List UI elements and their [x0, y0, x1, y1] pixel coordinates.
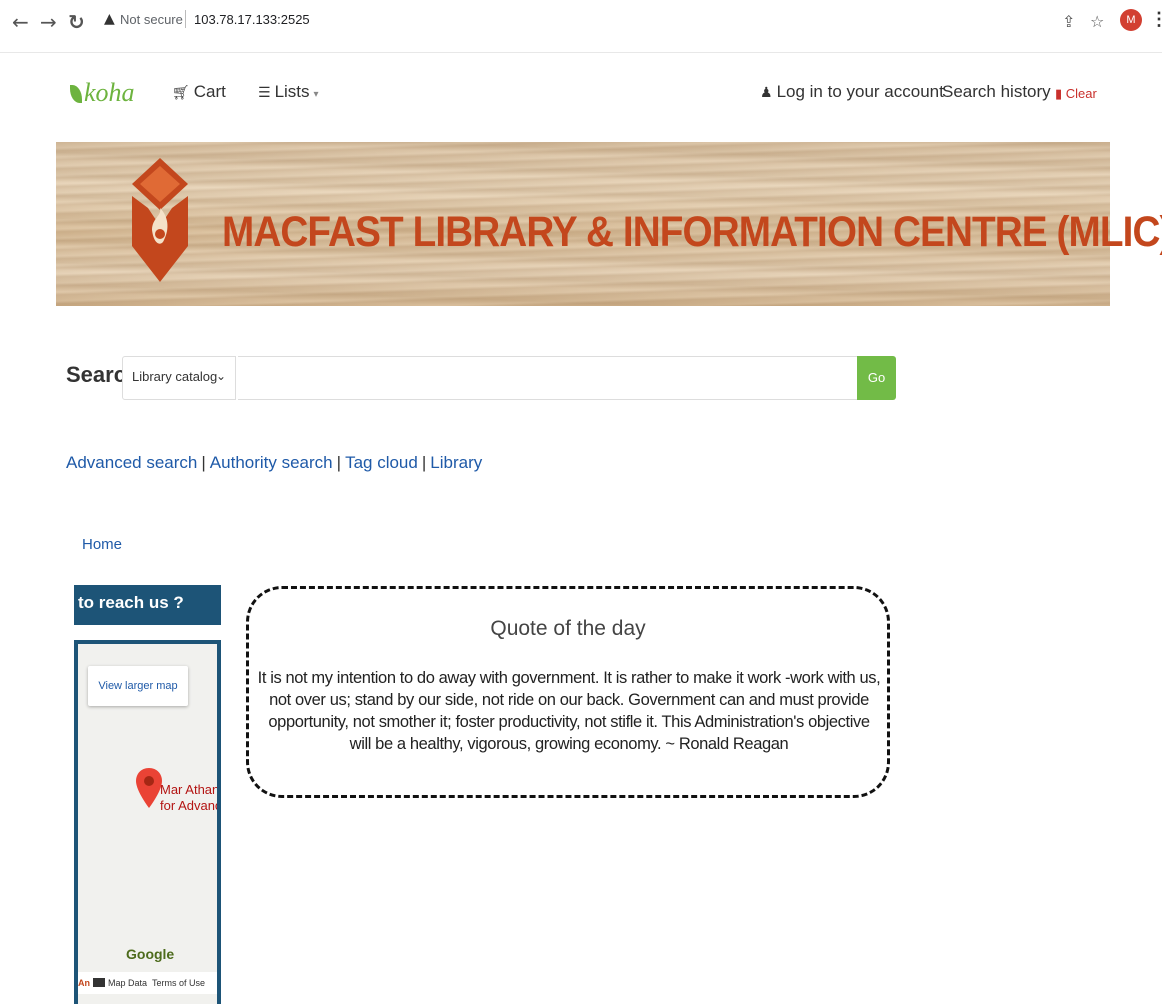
- trash-icon: ▮: [1055, 86, 1066, 101]
- browser-toolbar: ← → ↻ ▲ Not secure 103.78.17.133:2525 ⇪ …: [0, 0, 1162, 53]
- quote-text: It is not my intention to do away with g…: [257, 669, 881, 753]
- library-link[interactable]: Library: [430, 453, 482, 472]
- bookmark-star-icon[interactable]: ☆: [1090, 12, 1104, 31]
- how-to-reach-heading: to reach us ?: [74, 585, 221, 625]
- quote-of-the-day-box: Quote of the day It is not my intention …: [246, 586, 890, 798]
- search-scope-select[interactable]: Library catalog ⌄: [122, 356, 236, 400]
- advanced-search-link[interactable]: Advanced search: [66, 453, 197, 472]
- chevron-down-icon: ⌄: [215, 369, 226, 383]
- list-icon: ☰: [258, 85, 271, 101]
- map-data-link[interactable]: Map Data: [108, 978, 147, 988]
- user-icon: ♟: [760, 85, 773, 101]
- lists-dropdown[interactable]: ☰ Lists ▾: [258, 82, 319, 102]
- quote-title: Quote of the day: [490, 617, 646, 640]
- koha-logo[interactable]: koha: [70, 78, 135, 108]
- authority-search-link[interactable]: Authority search: [210, 453, 333, 472]
- google-logo: Google: [126, 946, 175, 962]
- clear-history-link[interactable]: ▮ Clear: [1055, 86, 1097, 102]
- address-bar[interactable]: 103.78.17.133:2525: [194, 12, 310, 27]
- library-banner: MACFAST LIBRARY & INFORMATION CENTRE (ML…: [56, 142, 1162, 306]
- forward-icon[interactable]: →: [40, 10, 57, 34]
- login-link[interactable]: ♟ Log in to your account: [760, 82, 944, 102]
- warning-icon[interactable]: ▲: [104, 11, 115, 27]
- map-pin-icon[interactable]: [136, 768, 162, 808]
- search-input[interactable]: [238, 356, 858, 400]
- reload-icon[interactable]: ↻: [68, 10, 85, 34]
- more-searches: Advanced search | Authority search | Tag clo…: [66, 453, 483, 472]
- keyboard-icon[interactable]: [93, 978, 105, 987]
- breadcrumb-home[interactable]: Home: [82, 536, 122, 553]
- embedded-map[interactable]: View larger map Mar Athana for Advanc Go…: [74, 640, 221, 1004]
- security-status[interactable]: Not secure: [120, 12, 183, 27]
- search-history-link[interactable]: Search history: [942, 82, 1051, 102]
- cart-link[interactable]: 🛒︎ Cart: [172, 82, 226, 102]
- mlic-emblem-icon: [132, 158, 188, 282]
- map-footer: An Map Data Terms of Use: [78, 972, 217, 994]
- profile-avatar[interactable]: M: [1120, 9, 1142, 31]
- share-icon[interactable]: ⇪: [1062, 12, 1075, 31]
- browser-menu-icon[interactable]: ⋮: [1150, 9, 1162, 30]
- caret-down-icon: ▾: [313, 89, 319, 100]
- search-go-button[interactable]: Go: [857, 356, 896, 400]
- terms-of-use-link[interactable]: Terms of Use: [152, 978, 205, 988]
- back-icon[interactable]: ←: [12, 10, 29, 34]
- cart-icon: 🛒︎: [172, 85, 190, 101]
- koha-leaf-icon: [70, 85, 82, 103]
- map-place-label[interactable]: Mar Athana for Advanc: [160, 782, 217, 814]
- view-larger-map-button[interactable]: View larger map: [88, 666, 188, 706]
- address-divider: [185, 10, 186, 28]
- tag-cloud-link[interactable]: Tag cloud: [345, 453, 418, 472]
- library-title: MACFAST LIBRARY & INFORMATION CENTRE (ML…: [222, 208, 1162, 256]
